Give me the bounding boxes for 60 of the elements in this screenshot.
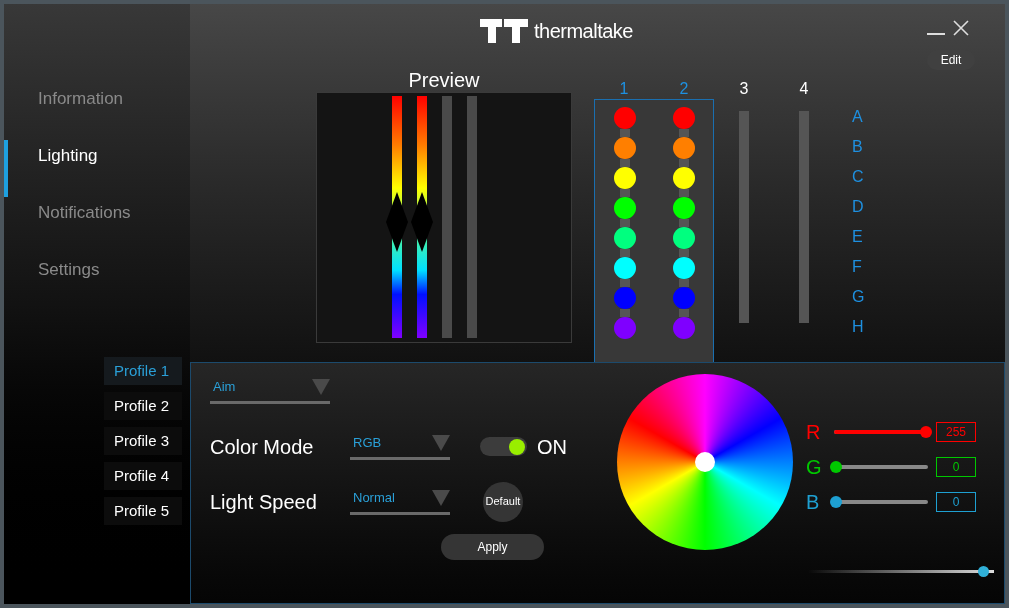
close-icon[interactable]: [953, 20, 969, 36]
led-track: [678, 249, 689, 257]
channel-label: B: [806, 489, 821, 515]
led-track: [678, 309, 689, 317]
channel-value-field[interactable]: 0: [936, 491, 976, 512]
led-row-label: D: [852, 197, 865, 216]
led-track: [619, 309, 630, 317]
color-mode-label: Color Mode: [210, 434, 315, 460]
dropdown-arrow-icon: [312, 378, 330, 395]
profile-tab[interactable]: Profile 1: [104, 357, 182, 385]
led-track: [619, 189, 630, 197]
profile-tab[interactable]: Profile 5: [104, 497, 182, 525]
led-row-label: C: [852, 167, 865, 186]
color-picker-handle[interactable]: [695, 452, 715, 472]
slider-thumb[interactable]: [977, 565, 989, 577]
led-track: [678, 279, 689, 287]
slider-thumb[interactable]: [920, 425, 932, 438]
profile-tab[interactable]: Profile 4: [104, 462, 182, 490]
led-row-label: F: [852, 257, 863, 276]
led-row-label: G: [852, 287, 865, 306]
toggle-label: ON: [537, 434, 567, 460]
led-track: [619, 249, 630, 257]
slider-thumb[interactable]: [830, 460, 842, 473]
led-track: [678, 219, 689, 227]
brand-name: thermaltake: [534, 19, 633, 44]
led-track: [678, 129, 689, 137]
apply-button[interactable]: Apply: [441, 533, 544, 560]
led-track: [678, 159, 689, 167]
led-track: [619, 279, 630, 287]
led-row-label: B: [852, 137, 864, 156]
dropdown[interactable]: RGB: [350, 433, 450, 460]
brightness-slider[interactable]: [808, 565, 994, 577]
dropdown-arrow-icon: [432, 490, 450, 506]
slider-thumb[interactable]: [830, 495, 842, 508]
profile-tab[interactable]: Profile 2: [104, 392, 182, 420]
sidebar-item[interactable]: Settings: [4, 254, 190, 311]
channel-label: R: [806, 419, 822, 445]
led-row-label: E: [852, 227, 864, 246]
channel-value-field[interactable]: 255: [936, 421, 976, 442]
led-track: [678, 189, 689, 197]
sidebar-item[interactable]: Notifications: [4, 197, 190, 254]
profile-tab[interactable]: Profile 3: [104, 427, 182, 455]
channel-value-field[interactable]: 0: [936, 456, 976, 477]
led-track: [619, 129, 630, 137]
light-speed-label: Light Speed: [210, 489, 318, 515]
fan-number[interactable]: 4: [799, 77, 809, 99]
default-button[interactable]: Default: [483, 481, 523, 522]
led-track: [619, 219, 630, 227]
led-row-label: A: [852, 107, 864, 126]
preview-title: Preview: [408, 68, 480, 92]
channel-label: G: [806, 454, 823, 480]
dropdown-arrow-icon: [432, 435, 450, 451]
dropdown[interactable]: Normal: [350, 488, 450, 515]
toggle-switch[interactable]: [480, 437, 527, 456]
dropdown[interactable]: Aim: [210, 377, 330, 404]
sidebar-item[interactable]: Information: [4, 83, 190, 140]
led-track: [619, 159, 630, 167]
brand-logo-icon: [480, 19, 528, 43]
fan-number[interactable]: 3: [739, 77, 749, 99]
led-row-label: H: [852, 317, 865, 336]
